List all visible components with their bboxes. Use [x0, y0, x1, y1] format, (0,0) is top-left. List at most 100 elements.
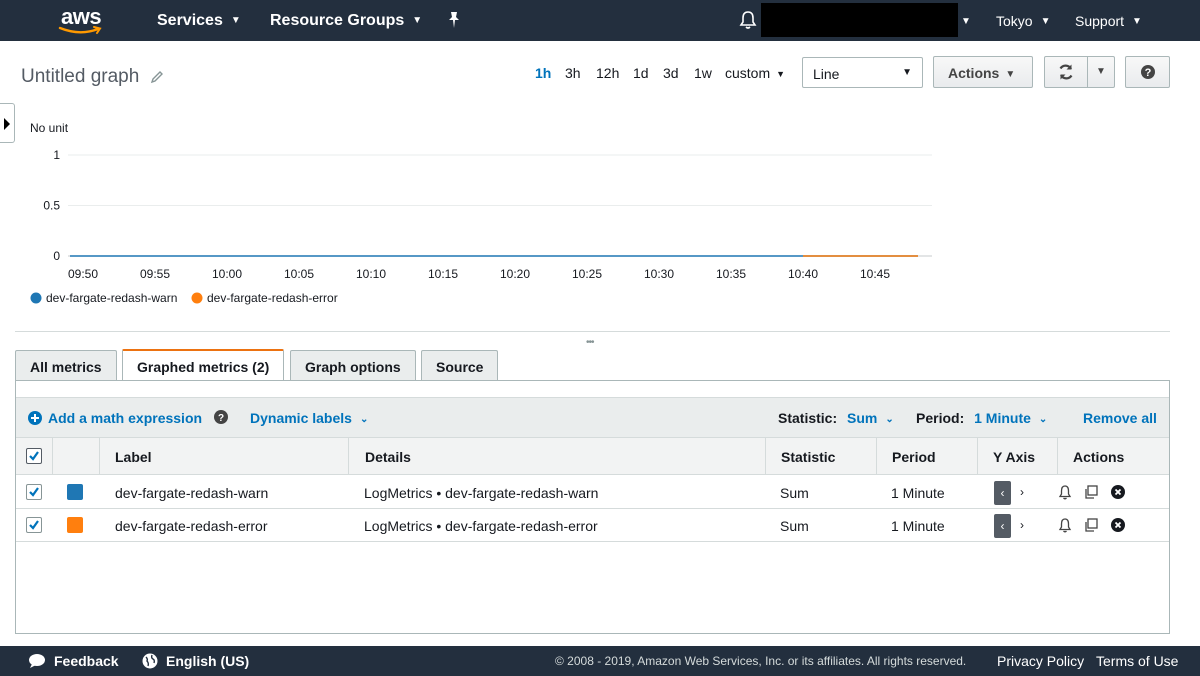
legend-item[interactable]: dev-fargate-redash-error: [191, 291, 338, 305]
metric-label[interactable]: dev-fargate-redash-error: [115, 518, 268, 534]
tab-all-metrics[interactable]: All metrics: [15, 350, 117, 381]
y-axis-right-button[interactable]: ›: [1020, 518, 1024, 532]
terms-of-use-link[interactable]: Terms of Use: [1096, 653, 1178, 669]
alarm-bell-icon[interactable]: [1057, 484, 1073, 500]
panel-divider: [15, 331, 1170, 332]
range-12h[interactable]: 12h: [596, 65, 619, 81]
range-1d[interactable]: 1d: [633, 65, 649, 81]
y-tick-label: 1: [53, 148, 60, 162]
metrics-table-header: Label Details Statistic Period Y Axis Ac…: [16, 437, 1169, 475]
statistic-label: Statistic:: [778, 410, 838, 426]
edit-pencil-icon[interactable]: [150, 70, 164, 84]
add-math-expression-label: Add a math expression: [48, 410, 203, 426]
remove-circle-icon[interactable]: [1110, 484, 1126, 500]
metric-label[interactable]: dev-fargate-redash-warn: [115, 485, 268, 501]
checkmark-icon: [29, 451, 39, 461]
range-1h[interactable]: 1h: [535, 65, 551, 81]
tab-source[interactable]: Source: [421, 350, 499, 381]
account-menu-caret[interactable]: ▼: [961, 13, 971, 29]
metric-period[interactable]: 1 Minute: [891, 518, 945, 534]
row-checkbox[interactable]: [26, 517, 42, 533]
feedback-label: Feedback: [54, 653, 119, 669]
add-math-expression-link[interactable]: Add a math expression: [28, 410, 202, 426]
help-button[interactable]: ?: [1125, 56, 1170, 88]
services-menu[interactable]: Services ▼: [157, 12, 241, 30]
services-label: Services: [157, 12, 223, 29]
feedback-bubble-icon: [29, 654, 45, 668]
column-header-details[interactable]: Details: [365, 449, 411, 465]
metric-statistic[interactable]: Sum: [780, 485, 809, 501]
metrics-line-chart: No unit 1 0.5 0 09:50 09:55 10:00 10:05 10:10 1…: [30, 121, 932, 305]
range-3d[interactable]: 3d: [663, 65, 679, 81]
pin-icon[interactable]: [446, 11, 462, 29]
x-tick-label: 10:00: [212, 267, 242, 281]
range-1w[interactable]: 1w: [694, 65, 712, 81]
svg-text:?: ?: [1145, 67, 1152, 79]
range-3h[interactable]: 3h: [565, 65, 581, 81]
column-header-statistic[interactable]: Statistic: [781, 449, 835, 465]
x-tick-label: 10:25: [572, 267, 602, 281]
actions-button[interactable]: Actions ▼: [933, 56, 1033, 88]
period-selector[interactable]: Period: 1 Minute ⌄: [916, 410, 1047, 426]
range-custom[interactable]: custom ▼: [725, 65, 785, 81]
refresh-interval-dropdown[interactable]: ▼: [1087, 56, 1115, 88]
checkmark-icon: [29, 487, 39, 497]
chevron-down-icon: ▼: [412, 15, 423, 26]
column-header-period[interactable]: Period: [892, 449, 936, 465]
tab-graph-options[interactable]: Graph options: [290, 350, 416, 381]
resource-groups-menu[interactable]: Resource Groups ▼: [270, 12, 422, 30]
row-checkbox[interactable]: [26, 484, 42, 500]
support-label: Support: [1075, 13, 1125, 29]
range-custom-label: custom: [725, 65, 771, 81]
column-separator: [52, 438, 53, 475]
graph-title[interactable]: Untitled graph: [21, 66, 139, 88]
notifications-bell-icon[interactable]: [738, 10, 758, 30]
y-axis-left-button[interactable]: ‹: [994, 481, 1011, 505]
metric-statistic[interactable]: Sum: [780, 518, 809, 534]
duplicate-icon[interactable]: [1083, 484, 1099, 500]
chevron-down-icon: ▼: [1096, 66, 1106, 77]
refresh-button[interactable]: [1044, 56, 1088, 88]
alarm-bell-icon[interactable]: [1057, 517, 1073, 533]
resize-grip-handle[interactable]: •••: [586, 337, 594, 348]
period-value: 1 Minute: [974, 410, 1031, 426]
legend-swatch: [30, 292, 42, 304]
chevron-down-icon: ▼: [1132, 16, 1142, 27]
copyright-text: © 2008 - 2019, Amazon Web Services, Inc.…: [555, 654, 967, 668]
select-all-checkbox[interactable]: [26, 448, 42, 464]
chevron-down-icon: ▼: [1005, 69, 1016, 80]
help-icon[interactable]: ?: [214, 410, 228, 424]
privacy-policy-link[interactable]: Privacy Policy: [997, 653, 1084, 669]
x-tick-label: 10:15: [428, 267, 458, 281]
globe-icon: [142, 653, 158, 669]
legend-item[interactable]: dev-fargate-redash-warn: [30, 291, 178, 305]
metric-period[interactable]: 1 Minute: [891, 485, 945, 501]
metric-details: LogMetrics • dev-fargate-redash-error: [364, 518, 598, 534]
language-selector[interactable]: English (US): [142, 653, 249, 669]
duplicate-icon[interactable]: [1083, 517, 1099, 533]
y-tick-label: 0.5: [43, 199, 60, 213]
graph-type-select[interactable]: Line ▼: [802, 57, 923, 88]
y-axis-right-button[interactable]: ›: [1020, 485, 1024, 499]
support-menu[interactable]: Support ▼: [1075, 13, 1142, 29]
tab-graphed-metrics[interactable]: Graphed metrics (2): [122, 349, 285, 381]
series-color-swatch[interactable]: [67, 484, 83, 500]
account-menu-redacted[interactable]: [761, 3, 958, 37]
statistic-selector[interactable]: Statistic: Sum ⌄: [778, 410, 894, 426]
x-tick-label: 10:20: [500, 267, 530, 281]
remove-circle-icon[interactable]: [1110, 517, 1126, 533]
dynamic-labels-dropdown[interactable]: Dynamic labels ⌄: [250, 410, 368, 426]
remove-all-link[interactable]: Remove all: [1083, 410, 1157, 426]
top-navigation-bar: aws Services ▼ Resource Groups ▼ ▼ Tokyo ▼ …: [0, 0, 1200, 41]
period-label: Period:: [916, 410, 965, 426]
region-menu[interactable]: Tokyo ▼: [996, 13, 1050, 29]
y-axis-left-button[interactable]: ‹: [994, 514, 1011, 538]
column-header-label[interactable]: Label: [115, 449, 152, 465]
series-color-swatch[interactable]: [67, 517, 83, 533]
aws-logo[interactable]: aws: [58, 4, 106, 36]
column-header-y-axis[interactable]: Y Axis: [993, 449, 1035, 465]
chevron-down-icon: ▼: [1040, 16, 1051, 27]
feedback-link[interactable]: Feedback: [28, 653, 119, 669]
table-row: dev-fargate-redash-error LogMetrics • de…: [16, 509, 1169, 542]
metric-details: LogMetrics • dev-fargate-redash-warn: [364, 485, 599, 501]
